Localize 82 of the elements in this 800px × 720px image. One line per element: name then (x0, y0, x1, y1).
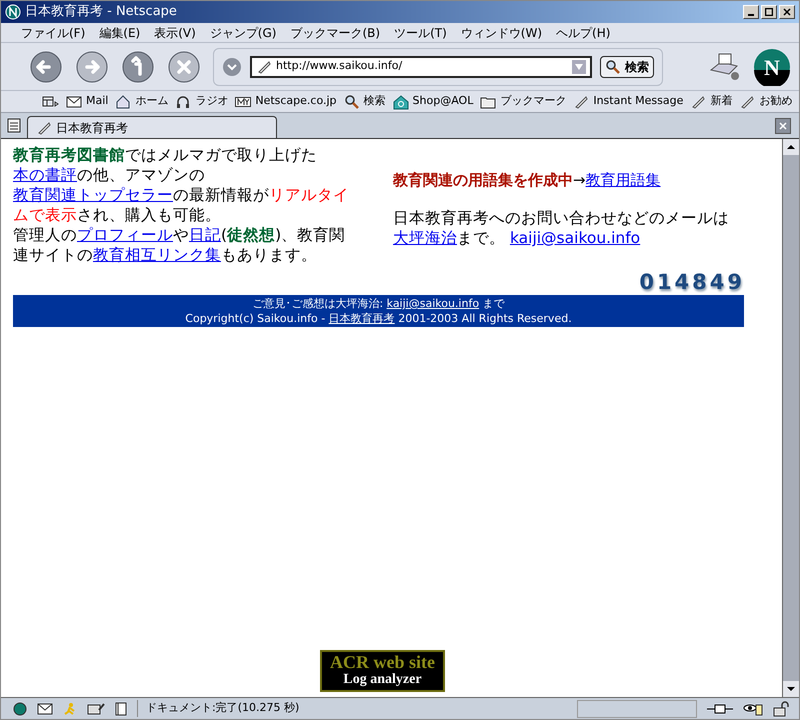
house-icon (115, 94, 132, 110)
text-link[interactable]: 大坪海治 (393, 229, 457, 247)
reload-icon[interactable] (121, 50, 155, 84)
bookmark-icon (739, 94, 756, 110)
close-icon (783, 8, 791, 16)
toolbar-bookmark[interactable]: Shop@AOL (392, 93, 474, 110)
eye-icon[interactable] (743, 702, 763, 716)
scroll-down-icon[interactable] (783, 681, 799, 697)
toolbar-bookmark[interactable]: 新着 (690, 93, 732, 110)
toolbar-bookmark[interactable]: ブックマーク (480, 93, 566, 110)
window-title: 日本教育再考 - Netscape (25, 2, 178, 22)
stop-icon[interactable] (167, 50, 201, 84)
magnifier-icon (344, 94, 360, 110)
house-icon (392, 94, 409, 110)
paragraph: 教育関連の用語集を作成中→教育用語集 (393, 170, 662, 190)
envelope-icon (66, 94, 82, 110)
menu-item[interactable]: ツール(T) (394, 24, 447, 42)
text-link[interactable]: 教育関連トップセラー (13, 186, 173, 204)
toolbar-bookmark[interactable]: 検索 (344, 93, 386, 110)
address-book-icon[interactable] (115, 702, 127, 716)
plug-icon (707, 702, 733, 714)
sidebar-toggle-icon[interactable] (41, 94, 59, 108)
menu-item[interactable]: ブックマーク(B) (290, 24, 380, 42)
bookmark-icon (256, 58, 272, 74)
text-link[interactable]: 教育用語集 (586, 171, 661, 189)
new-tab-icon[interactable] (5, 116, 23, 134)
close-icon (779, 122, 787, 130)
n-logo-icon[interactable]: N (753, 48, 791, 86)
menu-item[interactable]: ジャンプ(G) (210, 24, 276, 42)
banner-title: ACR web site (330, 653, 435, 671)
menu-item[interactable]: 編集(E) (99, 24, 140, 42)
paragraph: 教育再考図書館ではメルマガで取り上げた 本の書評の他、アマゾンの 教育関連トップセラーの最新情報が リアルタイムで表示され、購入も可能。 (13, 145, 350, 225)
toolbar-bookmark[interactable]: Instant Message (573, 93, 684, 110)
toolbar-bookmark[interactable]: ホーム (115, 93, 168, 110)
printer-icon[interactable] (707, 52, 741, 82)
app-logo-icon (5, 4, 21, 20)
bookmark-icon (690, 94, 706, 110)
toolbar-bookmark[interactable]: ラジオ (175, 93, 228, 110)
paragraph: 日本教育再考へのお問い合わせなどのメールは 大坪海治 まで。 kaiji@saikou.info (393, 208, 730, 248)
scroll-up-icon[interactable] (783, 139, 799, 155)
toolbar-bookmark[interactable]: お勧め (739, 93, 792, 110)
n-logo-icon[interactable] (13, 702, 27, 716)
padlock-icon[interactable] (773, 700, 791, 716)
forward-icon[interactable] (75, 50, 109, 84)
magnifier-icon (605, 58, 621, 74)
paragraph: Copyright(c) Saikou.info - 日本教育再考 2001-2003 All Rights Reserved. (185, 311, 572, 326)
close-tab-button[interactable] (775, 118, 791, 134)
text-link[interactable]: 日本教育再考 (328, 312, 395, 325)
toolbar-bookmark[interactable]: Netscape.co.jp (235, 93, 337, 110)
text-link[interactable]: kaiji@saikou.info (510, 229, 640, 247)
back-icon[interactable] (29, 50, 63, 84)
bookmark-icon (36, 120, 52, 136)
minimize-button[interactable] (743, 5, 759, 19)
visitor-counter: 014849 (639, 269, 745, 295)
composer-icon[interactable] (87, 702, 105, 716)
bookmark-icon (573, 94, 590, 110)
log-analyzer-banner[interactable]: ACR web site Log analyzer (320, 650, 445, 692)
banner-subtitle: Log analyzer (343, 671, 422, 689)
menu-item[interactable]: ファイル(F) (21, 24, 86, 42)
menu-item[interactable]: ヘルプ(H) (556, 24, 610, 42)
paragraph: ご意見･ご感想は大坪海治: kaiji@saikou.info まで (252, 296, 505, 311)
text-link[interactable]: 日記 (189, 226, 221, 244)
toolbar-bookmark[interactable]: Mail (66, 93, 108, 110)
maximize-button[interactable] (761, 5, 777, 19)
search-button[interactable]: 検索 (600, 56, 654, 78)
tab[interactable]: 日本教育再考 (27, 116, 277, 138)
paragraph: 管理人のプロフィールや日記(徒然想)、教育関連サイトの教育相互リンク集 もあります。 (13, 225, 346, 265)
status-text: ドキュメント:完了(10.275 秒) (137, 700, 567, 717)
dropdown-icon[interactable] (222, 56, 242, 76)
envelope-icon (37, 700, 53, 716)
menu-item[interactable]: 表示(V) (154, 24, 196, 42)
text-link[interactable]: プロフィール (77, 226, 173, 244)
text-link[interactable]: 本の書評 (13, 166, 77, 184)
scrollbar[interactable] (782, 139, 799, 697)
address-field[interactable]: http://www.saikou.info/ (250, 56, 592, 78)
close-button[interactable] (779, 5, 795, 19)
my-icon (235, 96, 252, 106)
text-link[interactable]: kaiji@saikou.info (386, 297, 480, 310)
maximize-icon (765, 8, 773, 16)
menu-item[interactable]: ウィンドウ(W) (460, 24, 542, 42)
text-link[interactable]: 教育相互リンク集 (93, 246, 221, 264)
headphones-icon (175, 94, 192, 110)
